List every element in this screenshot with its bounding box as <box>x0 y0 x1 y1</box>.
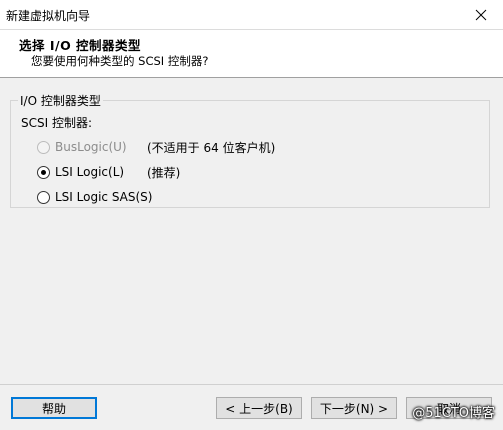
close-button[interactable] <box>459 0 503 30</box>
scsi-controller-label: SCSI 控制器: <box>21 116 93 130</box>
page-subtitle: 您要使用何种类型的 SCSI 控制器? <box>31 54 209 68</box>
wizard-header: 选择 I/O 控制器类型 您要使用何种类型的 SCSI 控制器? <box>0 30 503 78</box>
radio-lsi-logic-label: LSI Logic(L) <box>55 165 125 179</box>
window-title: 新建虚拟机向导 <box>6 9 91 23</box>
page-title: 选择 I/O 控制器类型 <box>19 38 142 53</box>
lsi-logic-note: (推荐) <box>147 166 181 180</box>
footer-divider <box>0 384 503 385</box>
back-button[interactable]: < 上一步(B) <box>216 397 302 419</box>
radio-lsi-logic[interactable]: LSI Logic(L) <box>37 163 124 181</box>
title-bar: 新建虚拟机向导 <box>0 0 503 30</box>
radio-lsi-logic-sas-indicator[interactable] <box>37 190 50 204</box>
radio-lsi-logic-indicator[interactable] <box>37 165 50 179</box>
close-icon <box>475 9 487 21</box>
radio-lsi-logic-sas-label: LSI Logic SAS(S) <box>55 190 153 204</box>
next-button[interactable]: 下一步(N) > <box>311 397 397 419</box>
group-label: I/O 控制器类型 <box>18 92 103 109</box>
watermark: @51CTO博客 <box>412 406 495 421</box>
help-button[interactable]: 帮助 <box>11 397 97 419</box>
radio-buslogic[interactable]: BusLogic(U) <box>37 138 127 156</box>
radio-lsi-logic-sas[interactable]: LSI Logic SAS(S) <box>37 188 152 206</box>
buslogic-note: (不适用于 64 位客户机) <box>147 141 276 155</box>
radio-buslogic-label: BusLogic(U) <box>55 140 127 154</box>
radio-buslogic-indicator[interactable] <box>37 140 50 154</box>
